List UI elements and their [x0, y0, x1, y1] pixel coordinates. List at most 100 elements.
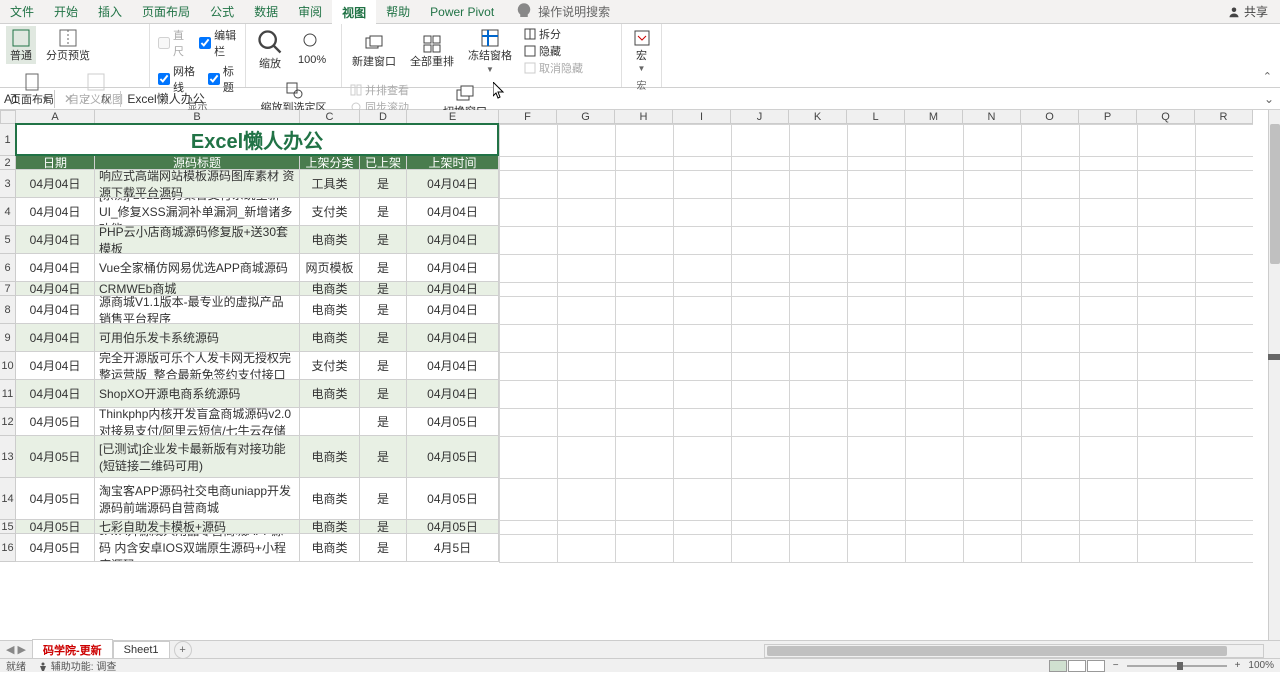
add-sheet-button[interactable]: + — [174, 641, 192, 659]
table-cell[interactable]: 是 — [360, 408, 407, 436]
column-header[interactable]: M — [905, 110, 963, 124]
page-layout-toggle[interactable] — [1068, 660, 1086, 672]
table-cell[interactable]: 04月05日 — [16, 436, 95, 478]
table-cell[interactable]: [亲测] 2022四方聚合支付系统全新UI_修复XSS漏洞补单漏洞_新增诸多功能 — [95, 198, 300, 226]
column-header[interactable]: D — [360, 110, 407, 124]
table-cell[interactable]: 电商类 — [300, 436, 360, 478]
table-cell[interactable]: 电商类 — [300, 380, 360, 408]
table-cell[interactable]: 04月04日 — [407, 296, 499, 324]
column-header[interactable]: H — [615, 110, 673, 124]
column-header[interactable]: O — [1021, 110, 1079, 124]
table-cell[interactable]: 04月04日 — [16, 324, 95, 352]
table-cell[interactable]: 七彩自助发卡模板+源码 — [95, 520, 300, 534]
table-cell[interactable]: JAVA开源成人用品零售商城APP源码 内含安卓IOS双端原生源码+小程序源码 — [95, 534, 300, 562]
column-header[interactable]: N — [963, 110, 1021, 124]
scrollbar-thumb[interactable] — [767, 646, 1227, 656]
table-cell[interactable]: 04月04日 — [407, 324, 499, 352]
table-header-cell[interactable]: 源码标题 — [95, 156, 300, 170]
table-cell[interactable]: PHP云小店商城源码修复版+送30套模板 — [95, 226, 300, 254]
table-cell[interactable]: 04月04日 — [407, 254, 499, 282]
tell-me-search[interactable]: 操作说明搜索 — [504, 0, 620, 26]
table-header-cell[interactable]: 日期 — [16, 156, 95, 170]
worksheet-grid[interactable]: ABCDEFGHIJKLMNOPQR 123456789101112131415… — [0, 110, 1280, 652]
row-header[interactable]: 10 — [0, 352, 16, 380]
table-cell[interactable]: 电商类 — [300, 478, 360, 520]
column-header[interactable]: Q — [1137, 110, 1195, 124]
table-cell[interactable]: 04月05日 — [16, 478, 95, 520]
table-cell[interactable]: CRMWEb商城 — [95, 282, 300, 296]
table-cell[interactable]: 04月04日 — [407, 226, 499, 254]
ruler-checkbox[interactable]: 直尺 — [156, 26, 189, 60]
table-cell[interactable]: 是 — [360, 436, 407, 478]
table-header-cell[interactable]: 上架分类 — [300, 156, 360, 170]
table-cell[interactable]: 4月5日 — [407, 534, 499, 562]
column-header[interactable]: G — [557, 110, 615, 124]
split-button[interactable]: 拆分 — [522, 26, 585, 42]
table-cell[interactable]: 04月05日 — [16, 534, 95, 562]
tab-powerpivot[interactable]: Power Pivot — [420, 1, 504, 23]
formula-bar-checkbox[interactable]: 编辑栏 — [197, 26, 239, 60]
title-cell[interactable]: Excel懒人办公 — [16, 124, 499, 156]
table-cell[interactable] — [300, 408, 360, 436]
row-header[interactable]: 16 — [0, 534, 16, 562]
new-window-button[interactable]: 新建窗口 — [348, 32, 400, 70]
row-header[interactable]: 11 — [0, 380, 16, 408]
table-cell[interactable]: 是 — [360, 520, 407, 534]
tab-data[interactable]: 数据 — [244, 0, 288, 24]
zoom-out-button[interactable]: − — [1113, 660, 1119, 671]
row-header[interactable]: 3 — [0, 170, 16, 198]
select-all-corner[interactable] — [0, 110, 16, 124]
tab-file[interactable]: 文件 — [0, 0, 44, 24]
share-button[interactable]: 共享 — [1228, 3, 1280, 20]
zoom-in-button[interactable]: + — [1235, 660, 1241, 671]
table-cell[interactable]: 可用伯乐发卡系统源码 — [95, 324, 300, 352]
table-cell[interactable]: [已测试]企业发卡最新版有对接功能(短链接二维码可用) — [95, 436, 300, 478]
row-headers[interactable]: 12345678910111213141516 — [0, 124, 16, 562]
expand-formula-bar-button[interactable]: ⌄ — [1258, 92, 1280, 106]
arrange-all-button[interactable]: 全部重排 — [406, 32, 458, 70]
zoom-button[interactable]: 缩放 — [252, 26, 288, 72]
scrollbar-thumb[interactable] — [1270, 124, 1280, 264]
table-cell[interactable]: 是 — [360, 226, 407, 254]
table-cell[interactable]: 是 — [360, 254, 407, 282]
table-cell[interactable]: 04月04日 — [16, 282, 95, 296]
table-cell[interactable]: 04月04日 — [407, 282, 499, 296]
column-header[interactable]: F — [499, 110, 557, 124]
table-cell[interactable]: 响应式高端网站模板源码图库素材 资源下载平台源码 — [95, 170, 300, 198]
table-cell[interactable]: 是 — [360, 380, 407, 408]
table-cell[interactable]: 04月04日 — [16, 170, 95, 198]
page-break-view-button[interactable]: 分页预览 — [42, 26, 94, 64]
column-header[interactable]: P — [1079, 110, 1137, 124]
zoom-100-button[interactable]: 100% — [294, 30, 330, 68]
column-header[interactable]: B — [95, 110, 300, 124]
table-cell[interactable]: 04月04日 — [16, 296, 95, 324]
vertical-split-handle[interactable] — [1268, 354, 1280, 360]
row-header[interactable]: 6 — [0, 254, 16, 282]
table-cell[interactable]: Vue全家桶仿网易优选APP商城源码 — [95, 254, 300, 282]
table-cell[interactable]: 是 — [360, 170, 407, 198]
table-cell[interactable]: 04月05日 — [16, 520, 95, 534]
tab-view[interactable]: 视图 — [332, 0, 376, 25]
table-cell[interactable]: 04月04日 — [16, 352, 95, 380]
tab-insert[interactable]: 插入 — [88, 0, 132, 24]
table-cell[interactable]: Thinkphp内核开发盲盒商城源码v2.0 对接易支付/阿里云短信/七牛云存储 — [95, 408, 300, 436]
table-cell[interactable]: 电商类 — [300, 324, 360, 352]
row-header[interactable]: 5 — [0, 226, 16, 254]
table-cell[interactable]: 网页模板 — [300, 254, 360, 282]
table-cell[interactable]: 是 — [360, 282, 407, 296]
name-box[interactable]: A1▼ — [0, 90, 55, 108]
table-header-cell[interactable]: 已上架 — [360, 156, 407, 170]
sheet-tab[interactable]: Sheet1 — [113, 641, 170, 658]
hide-button[interactable]: 隐藏 — [522, 43, 585, 59]
column-header[interactable]: A — [16, 110, 95, 124]
table-cell[interactable]: 04月04日 — [407, 380, 499, 408]
cancel-formula-button[interactable]: ✕ — [61, 91, 77, 107]
row-header[interactable]: 1 — [0, 124, 16, 156]
table-cell[interactable]: 是 — [360, 478, 407, 520]
table-cell[interactable]: 04月04日 — [16, 380, 95, 408]
freeze-panes-button[interactable]: 冻结窗格 ▼ — [464, 26, 516, 75]
zoom-slider[interactable] — [1127, 665, 1227, 667]
table-cell[interactable]: 04月04日 — [407, 352, 499, 380]
column-header[interactable]: K — [789, 110, 847, 124]
tab-home[interactable]: 开始 — [44, 0, 88, 24]
